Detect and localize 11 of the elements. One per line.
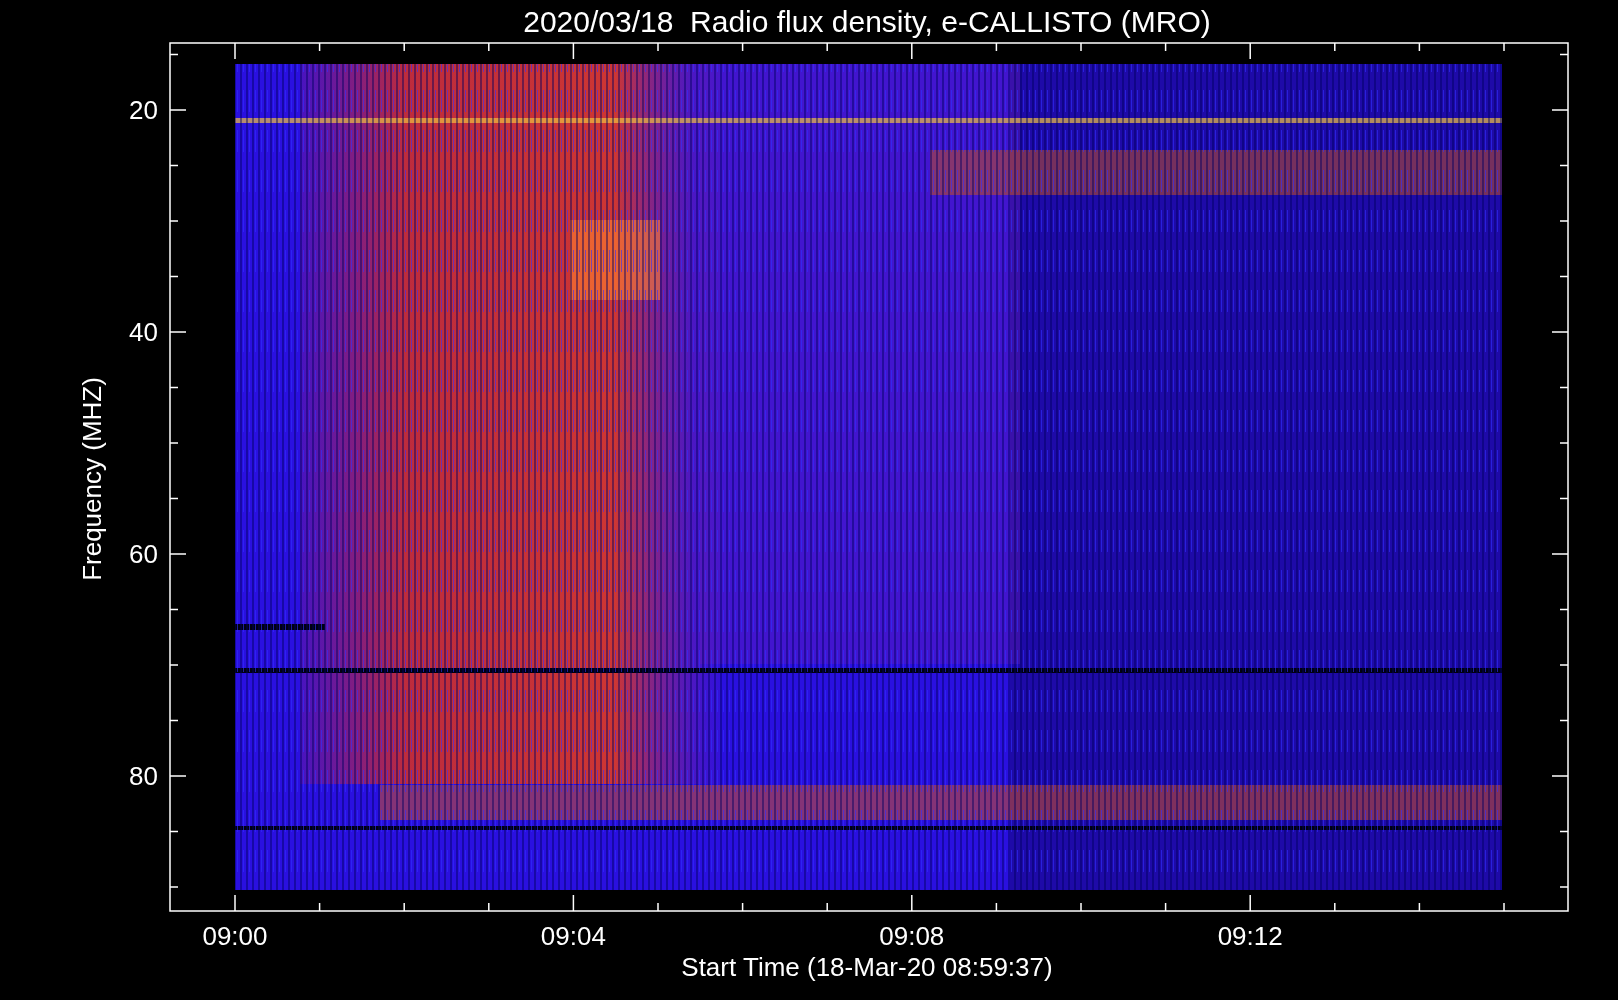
y-tick-label: 40	[129, 317, 158, 347]
y-axis-label: Frequency (MHZ)	[77, 377, 107, 581]
y-tick-label: 80	[129, 761, 158, 791]
x-tick-label: 09:04	[540, 921, 606, 951]
x-tick-label: 09:12	[1217, 921, 1283, 951]
x-tick-label: 09:08	[879, 921, 945, 951]
chart-title: 2020/03/18 Radio flux density, e-CALLISTO (MRO)	[523, 5, 1211, 38]
y-tick-label: 20	[129, 95, 158, 125]
x-axis-label: Start Time (18-Mar-20 08:59:37)	[681, 952, 1053, 982]
x-tick-label: 09:00	[202, 921, 268, 951]
y-tick-label: 60	[129, 539, 158, 569]
